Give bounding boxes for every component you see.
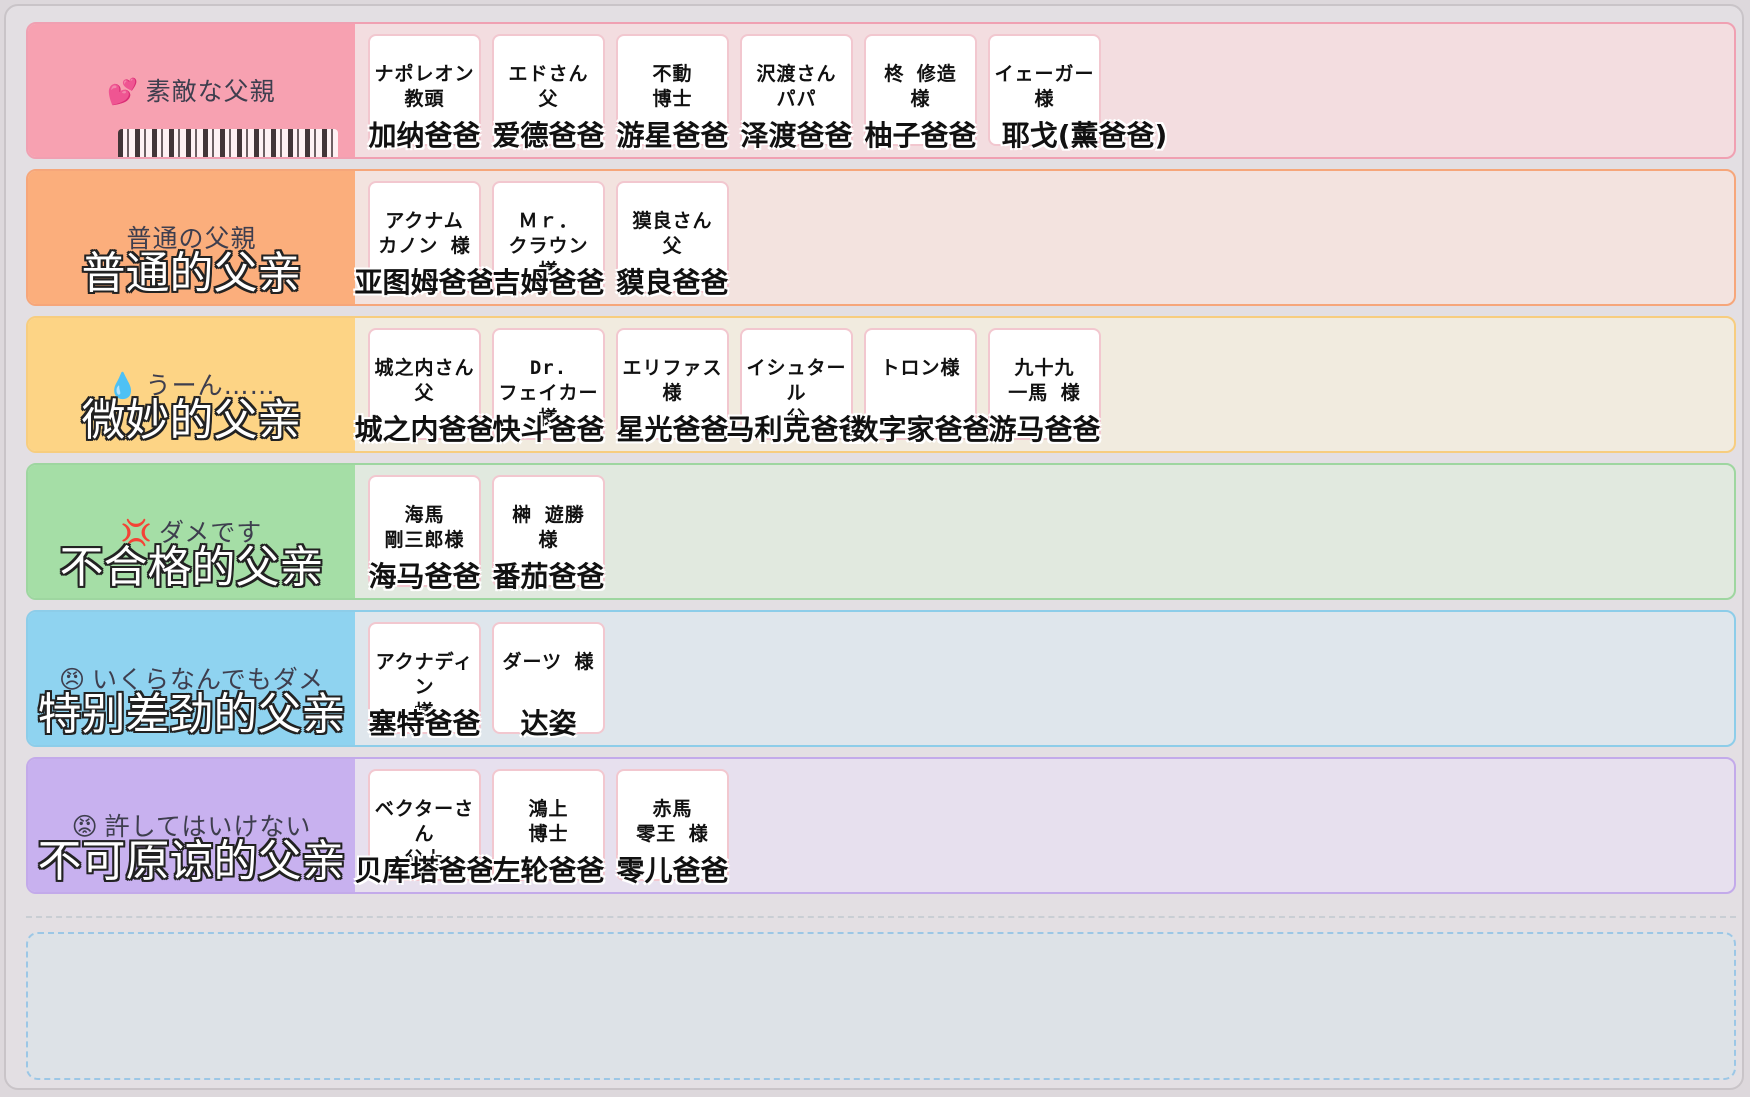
character-card[interactable]: エリファス 様星光爸爸 <box>616 328 729 446</box>
tier-row-5: 😠 いくらなんでもダメ 特别差劲的父亲 アクナディン 様塞特爸爸 ダーツ 様达姿 <box>26 610 1736 747</box>
tier-label-3[interactable]: 💧 うーん…… 微妙的父亲 <box>28 318 355 451</box>
character-card[interactable]: トロン様 数字家爸爸 <box>850 328 991 446</box>
character-card[interactable]: 獏良さん 父貘良爸爸 <box>616 181 729 299</box>
tier-row-2: 普通の父親 普通的父亲 アクナム カノン 様亚图姆爸爸 Ｍｒ． クラウン 様吉姆… <box>26 169 1736 306</box>
character-card[interactable]: 城之内さん 父城之内爸爸 <box>354 328 495 446</box>
scribbled-out-caption <box>118 129 338 157</box>
character-card[interactable]: 赤馬 零王 様零儿爸爸 <box>616 769 729 887</box>
character-card[interactable]: イェーガー 様耶戈(薰爸爸) <box>988 34 1167 152</box>
tier-label-jp: 素敵な父親 <box>145 77 276 106</box>
character-card[interactable]: Dr. フェイカー 様快斗爸爸 <box>492 328 605 446</box>
character-card[interactable]: ダーツ 様达姿 <box>492 622 605 740</box>
tier-label-6[interactable]: 😡 許してはいけない 不可原谅的父亲 <box>28 759 355 892</box>
tier-label-2[interactable]: 普通の父親 普通的父亲 <box>28 171 355 304</box>
character-card[interactable]: エドさん 父爱德爸爸 <box>492 34 605 152</box>
tier-row-3: 💧 うーん…… 微妙的父亲 城之内さん 父城之内爸爸 Dr. フェイカー 様快斗爸… <box>26 316 1736 453</box>
tier-label-cn: 普通的父亲 <box>81 248 302 299</box>
heart-icon: 💕 <box>107 77 140 106</box>
tier-label-cn: 微妙的父亲 <box>81 395 302 446</box>
tier-label-5[interactable]: 😠 いくらなんでもダメ 特别差劲的父亲 <box>28 612 355 745</box>
tier-list-board: 💕 素敵な父親 ナポレオン 教頭 加纳爸爸 エドさん 父爱德爸爸 不動 博士 游星爸爸… <box>4 4 1744 1090</box>
character-card[interactable]: イシュタール 父马利克爸爸 <box>726 328 867 446</box>
character-card[interactable]: アクナム カノン 様亚图姆爸爸 <box>354 181 495 299</box>
tier-label-cn: 不合格的父亲 <box>59 542 324 593</box>
tier-row-1: 💕 素敵な父親 ナポレオン 教頭 加纳爸爸 エドさん 父爱德爸爸 不動 博士 游星爸爸… <box>26 22 1736 159</box>
character-card[interactable]: 柊 修造 様柚子爸爸 <box>864 34 977 152</box>
tier-row-6: 😡 許してはいけない 不可原谅的父亲 ベクターさん 父上 贝库塔爸爸 鴻上 博士 左轮… <box>26 757 1736 894</box>
character-card[interactable]: アクナディン 様塞特爸爸 <box>368 622 481 740</box>
character-card[interactable]: ナポレオン 教頭 加纳爸爸 <box>368 34 481 152</box>
character-card[interactable]: 沢渡さん パパ 泽渡爸爸 <box>740 34 853 152</box>
character-card[interactable]: 九十九 一馬 様游马爸爸 <box>988 328 1101 446</box>
character-card[interactable]: ベクターさん 父上 贝库塔爸爸 <box>354 769 495 887</box>
tier-label-4[interactable]: 💢 ダメです 不合格的父亲 <box>28 465 355 598</box>
pool-divider <box>26 916 1736 918</box>
tier-label-1[interactable]: 💕 素敵な父親 <box>28 24 355 157</box>
character-card[interactable]: 榊 遊勝 様番茄爸爸 <box>492 475 605 593</box>
character-card[interactable]: 不動 博士 游星爸爸 <box>616 34 729 152</box>
tier-label-cn: 不可原谅的父亲 <box>37 836 346 887</box>
tier-row-4: 💢 ダメです 不合格的父亲 海馬 剛三郎様 海马爸爸 榊 遊勝 様番茄爸爸 <box>26 463 1736 600</box>
character-card[interactable]: 海馬 剛三郎様 海马爸爸 <box>368 475 481 593</box>
unranked-drop-zone[interactable] <box>26 932 1736 1080</box>
character-card[interactable]: Ｍｒ． クラウン 様吉姆爸爸 <box>492 181 605 299</box>
tier-label-cn: 特别差劲的父亲 <box>37 689 346 740</box>
character-card[interactable]: 鴻上 博士 左轮爸爸 <box>492 769 605 887</box>
